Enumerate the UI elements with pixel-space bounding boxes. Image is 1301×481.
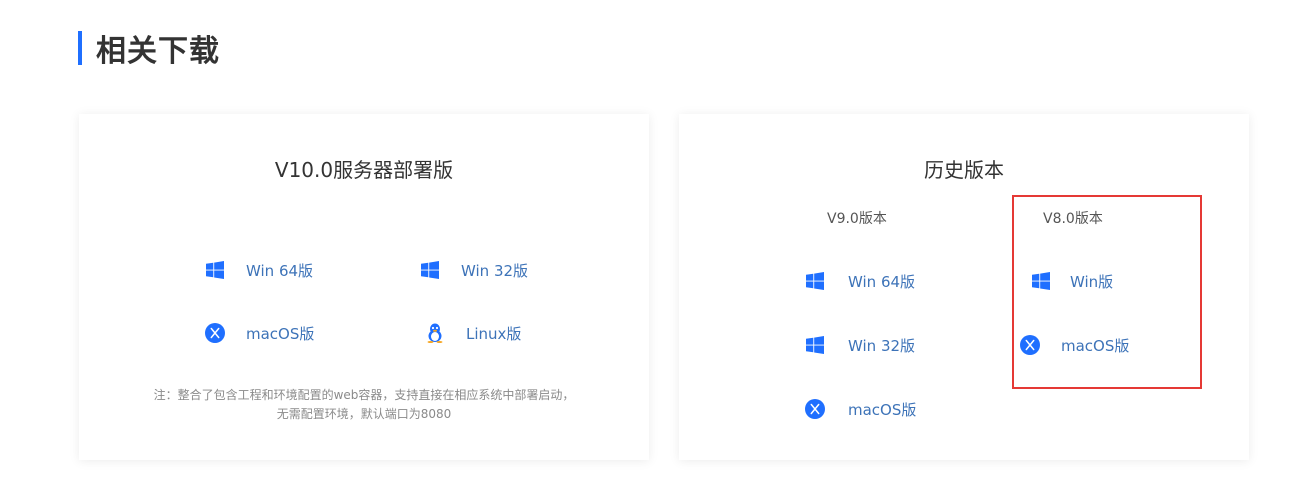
macos-icon — [204, 322, 226, 344]
history-version-card: 历史版本 V9.0版本 V8.0版本 Win 64版 Win 32版 macOS… — [679, 114, 1249, 460]
v8-win-label: Win版 — [1070, 272, 1114, 291]
linux-icon — [424, 322, 446, 344]
v9-win64-label: Win 64版 — [848, 272, 916, 291]
v8-win-download[interactable]: Win版 — [1030, 269, 1113, 293]
server-version-card: V10.0服务器部署版 Win 64版 Win 32版 macOS版 Linux… — [79, 114, 649, 460]
v8-macos-download[interactable]: macOS版 — [1019, 333, 1129, 357]
server-win64-label: Win 64版 — [246, 261, 314, 280]
heading-accent-bar — [78, 31, 82, 65]
server-macos-download[interactable]: macOS版 — [204, 321, 314, 345]
server-win32-download[interactable]: Win 32版 — [419, 258, 528, 282]
server-win64-download[interactable]: Win 64版 — [204, 258, 313, 282]
v9-macos-label: macOS版 — [848, 400, 917, 419]
server-card-title: V10.0服务器部署版 — [274, 158, 454, 182]
v8-title: V8.0版本 — [1043, 211, 1103, 227]
v9-macos-download[interactable]: macOS版 — [804, 397, 916, 421]
history-card-title: 历史版本 — [924, 158, 1004, 182]
windows-icon — [804, 334, 826, 356]
server-win32-label: Win 32版 — [461, 261, 529, 280]
windows-icon — [419, 259, 441, 281]
section-heading: 相关下载 — [78, 30, 220, 69]
windows-icon — [804, 270, 826, 292]
v9-win32-download[interactable]: Win 32版 — [804, 333, 915, 357]
v9-win64-download[interactable]: Win 64版 — [804, 269, 915, 293]
section-title: 相关下载 — [96, 34, 220, 69]
windows-icon — [1030, 270, 1052, 292]
v9-title: V9.0版本 — [827, 211, 887, 227]
macos-icon — [1019, 334, 1041, 356]
server-macos-label: macOS版 — [246, 324, 315, 343]
server-linux-download[interactable]: Linux版 — [424, 321, 521, 345]
v8-macos-label: macOS版 — [1061, 336, 1130, 355]
server-linux-label: Linux版 — [466, 324, 522, 343]
windows-icon — [204, 259, 226, 281]
macos-icon — [804, 398, 826, 420]
server-note: 注：整合了包含工程和环境配置的web容器，支持直接在相应系统中部署启动，无需配置… — [153, 388, 575, 421]
v9-win32-label: Win 32版 — [848, 336, 916, 355]
